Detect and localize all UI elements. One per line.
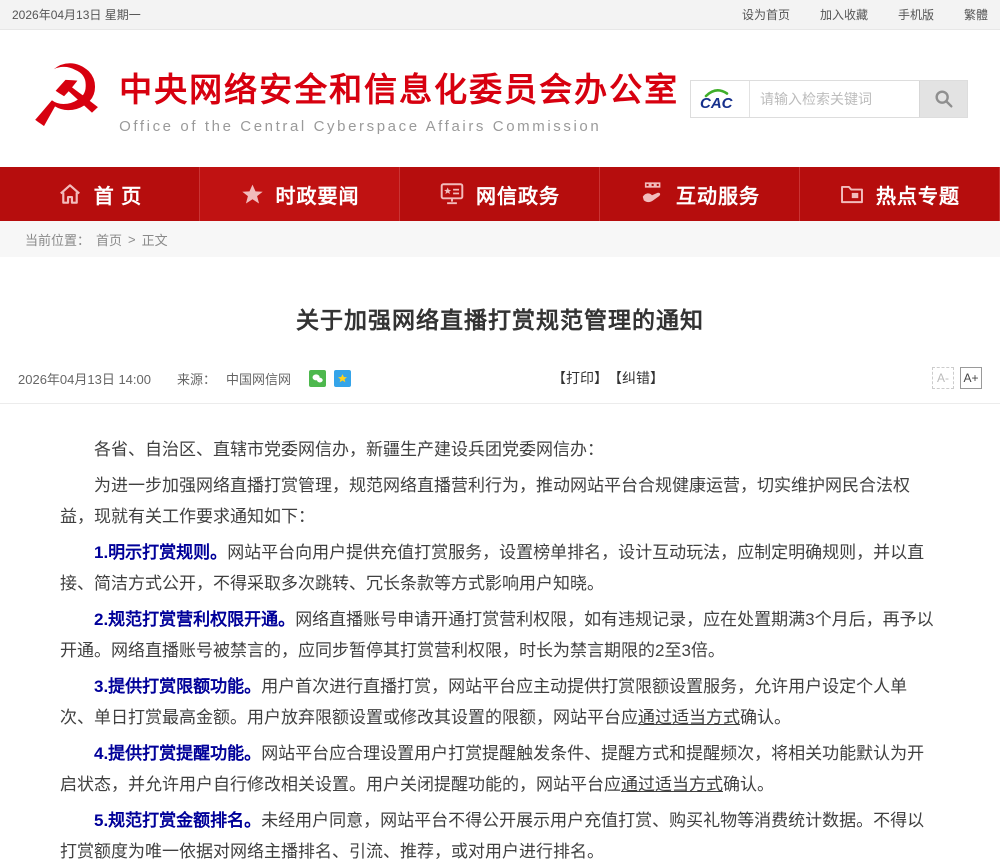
nav-label-interactive-services: 互动服务 <box>676 180 760 209</box>
item-3-lead: 3.提供打赏限额功能。 <box>94 677 261 696</box>
folder-icon <box>839 181 865 207</box>
cac-logo[interactable]: CAC <box>691 81 749 117</box>
article-item-3: 3.提供打赏限额功能。用户首次进行直播打赏，网站平台应主动提供打赏限额设置服务，… <box>60 671 940 733</box>
article-meta-left: 2026年04月13日 14:00 来源： 中国网信网 <box>18 369 351 388</box>
item-3-underline: 通过适当方式 <box>638 708 740 727</box>
paragraph-intro: 为进一步加强网络直播打赏管理，规范网络直播营利行为，推动网站平台合规健康运营，切… <box>60 470 940 532</box>
home-icon <box>57 181 83 207</box>
search-box: CAC <box>690 80 968 118</box>
nav-item-home[interactable]: 首 页 <box>0 167 200 221</box>
party-emblem-icon: ☭ <box>28 54 105 140</box>
article-actions: 【打印】 【纠错】 <box>552 368 664 388</box>
error-correction-button[interactable]: 【纠错】 <box>608 368 664 388</box>
search-input[interactable] <box>749 81 919 117</box>
nav-label-cyberspace-affairs: 网信政务 <box>476 180 560 209</box>
svg-text:CAC: CAC <box>700 95 734 112</box>
masthead: ☭ 中央网络安全和信息化委员会办公室 Office of the Central… <box>0 30 1000 167</box>
service-hand-icon <box>639 181 665 207</box>
item-4-lead: 4.提供打赏提醒功能。 <box>94 744 261 763</box>
nav-item-cyberspace-affairs[interactable]: 网信政务 <box>400 167 600 221</box>
breadcrumb: 当前位置： 首页 > 正文 <box>0 221 1000 257</box>
item-5-lead: 5.规范打赏金额排名。 <box>94 811 261 830</box>
star-icon <box>240 182 265 207</box>
mobile-version-link[interactable]: 手机版 <box>898 6 934 23</box>
monitor-icon <box>439 181 465 207</box>
site-identity[interactable]: 中央网络安全和信息化委员会办公室 Office of the Central C… <box>119 63 679 135</box>
paragraph-salutation: 各省、自治区、直辖市党委网信办，新疆生产建设兵团党委网信办： <box>60 434 940 465</box>
item-4-underline: 通过适当方式 <box>621 775 723 794</box>
wechat-share-icon[interactable] <box>309 370 326 387</box>
breadcrumb-label: 当前位置： <box>25 230 90 249</box>
add-favorite-link[interactable]: 加入收藏 <box>820 6 868 23</box>
main-nav: 首 页 时政要闻 网信政务 <box>0 167 1000 221</box>
nav-item-interactive-services[interactable]: 互动服务 <box>600 167 800 221</box>
article-item-1: 1.明示打赏规则。网站平台向用户提供充值打赏服务，设置榜单排名，设计互动玩法，应… <box>60 537 940 599</box>
breadcrumb-separator: > <box>128 232 136 247</box>
search-icon <box>933 88 955 110</box>
print-button[interactable]: 【打印】 <box>552 368 608 388</box>
qzone-share-icon[interactable] <box>334 370 351 387</box>
item-4-text2: 确认。 <box>723 775 774 794</box>
traditional-chinese-link[interactable]: 繁體 <box>964 6 988 23</box>
article-item-4: 4.提供打赏提醒功能。网站平台应合理设置用户打赏提醒触发条件、提醒方式和提醒频次… <box>60 738 940 800</box>
article-title: 关于加强网络直播打赏规范管理的通知 <box>0 257 1000 335</box>
article-content: 关于加强网络直播打赏规范管理的通知 2026年04月13日 14:00 来源： … <box>0 257 1000 867</box>
site-title: 中央网络安全和信息化委员会办公室 <box>119 63 679 111</box>
font-smaller-button[interactable]: A- <box>932 367 954 389</box>
article-item-2: 2.规范打赏营利权限开通。网络直播账号申请开通打赏营利权限，如有违规记录，应在处… <box>60 604 940 666</box>
topbar-links: 设为首页 加入收藏 手机版 繁體 <box>742 6 988 23</box>
article-datetime: 2026年04月13日 14:00 <box>18 369 151 388</box>
font-larger-button[interactable]: A+ <box>960 367 982 389</box>
article-meta-row: 2026年04月13日 14:00 来源： 中国网信网 【打印】 【纠错】 A-… <box>0 367 1000 404</box>
nav-label-home: 首 页 <box>94 180 143 209</box>
article-item-5: 5.规范打赏金额排名。未经用户同意，网站平台不得公开展示用户充值打赏、购买礼物等… <box>60 805 940 867</box>
set-homepage-link[interactable]: 设为首页 <box>742 6 790 23</box>
site-subtitle: Office of the Central Cyberspace Affairs… <box>119 118 679 135</box>
item-1-lead: 1.明示打赏规则。 <box>94 543 227 562</box>
top-utility-bar: 2026年04月13日 星期一 设为首页 加入收藏 手机版 繁體 <box>0 0 1000 30</box>
nav-label-hot-topics: 热点专题 <box>876 180 960 209</box>
article-source: 中国网信网 <box>226 369 291 388</box>
current-date: 2026年04月13日 星期一 <box>12 6 141 23</box>
nav-label-politics-news: 时政要闻 <box>276 180 360 209</box>
source-label: 来源： <box>177 369 216 388</box>
nav-item-hot-topics[interactable]: 热点专题 <box>800 167 1000 221</box>
nav-item-politics-news[interactable]: 时政要闻 <box>200 167 400 221</box>
breadcrumb-home-link[interactable]: 首页 <box>96 230 122 249</box>
article-body: 各省、自治区、直辖市党委网信办，新疆生产建设兵团党委网信办： 为进一步加强网络直… <box>0 404 1000 867</box>
item-2-lead: 2.规范打赏营利权限开通。 <box>94 610 295 629</box>
breadcrumb-current: 正文 <box>142 230 168 249</box>
cac-logo-graphic: CAC <box>697 85 743 113</box>
search-button[interactable] <box>919 81 967 117</box>
item-3-text2: 确认。 <box>740 708 791 727</box>
font-size-controls: A- A+ <box>932 367 982 389</box>
